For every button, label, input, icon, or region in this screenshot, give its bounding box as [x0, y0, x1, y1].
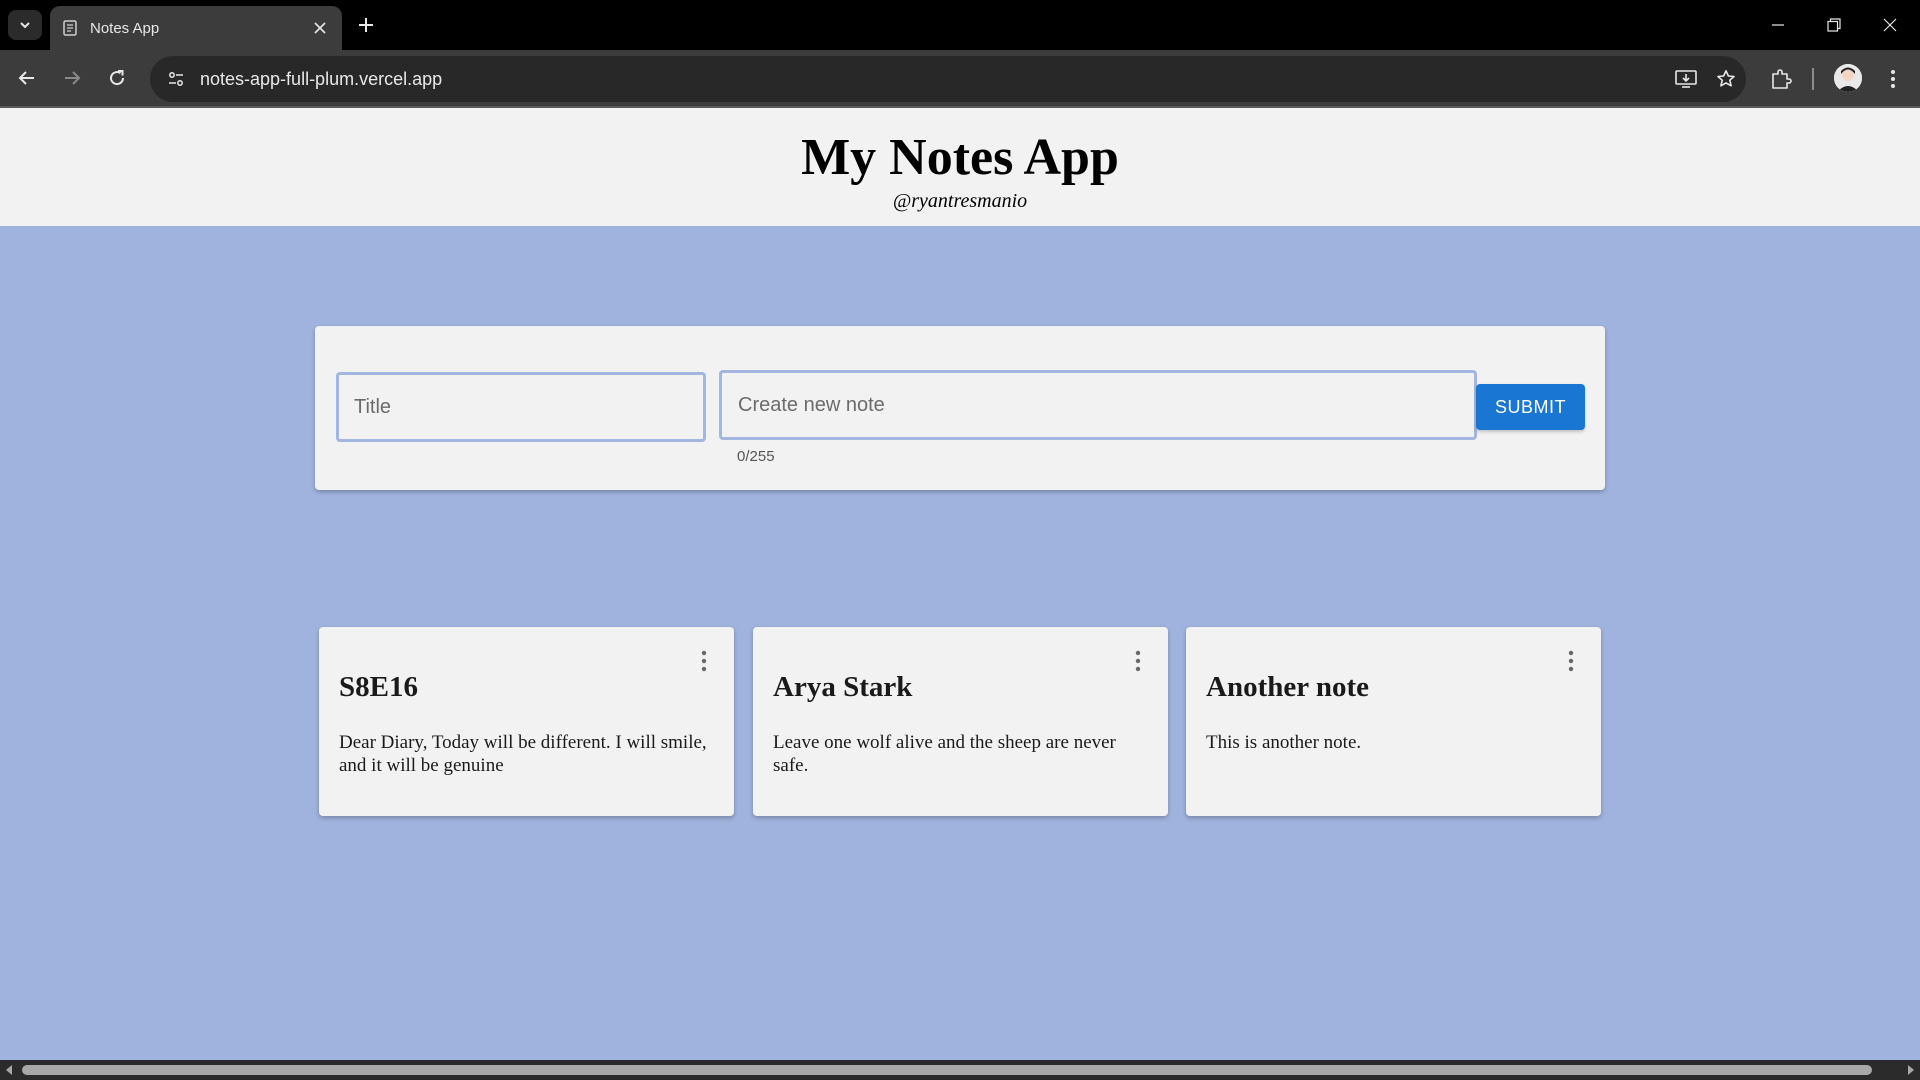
toolbar-divider [1812, 68, 1814, 90]
kebab-menu-icon [1135, 650, 1141, 672]
install-app-icon [1675, 70, 1697, 88]
kebab-menu-icon [1891, 70, 1895, 88]
profile-avatar[interactable] [1834, 64, 1862, 92]
scroll-right-button[interactable] [1904, 1064, 1918, 1076]
url-text[interactable]: notes-app-full-plum.vercel.app [200, 69, 1666, 90]
bookmark-star-icon [1717, 70, 1735, 87]
note-title: Another note [1206, 671, 1369, 703]
restore-button[interactable] [1806, 0, 1862, 50]
tab-strip: Notes App [0, 0, 1920, 50]
author-handle: @ryantresmanio [892, 190, 1028, 212]
browser-toolbar: notes-app-full-plum.vercel.app [0, 50, 1920, 108]
extensions-icon [1772, 69, 1792, 89]
minimize-button[interactable] [1750, 0, 1806, 50]
create-note-form: 0/255 SUBMIT [315, 326, 1605, 490]
note-input[interactable] [719, 370, 1477, 440]
install-app-button[interactable] [1666, 59, 1706, 99]
kebab-menu-icon [1568, 650, 1574, 672]
restore-icon [1827, 18, 1841, 32]
note-title: S8E16 [339, 671, 418, 703]
title-input[interactable] [336, 372, 706, 442]
note-card: Another note This is another note. [1186, 627, 1601, 816]
site-info-icon [169, 72, 183, 86]
note-body: This is another note. [1206, 732, 1362, 753]
minimize-icon [1772, 24, 1784, 26]
back-button[interactable] [10, 61, 44, 95]
caret-right-icon [1908, 1065, 1914, 1075]
address-bar[interactable]: notes-app-full-plum.vercel.app [150, 56, 1746, 102]
tab-search-button[interactable] [8, 10, 42, 40]
profile-avatar-icon [1834, 64, 1862, 92]
page-title: My Notes App [801, 129, 1119, 186]
note-title: Arya Stark [773, 671, 913, 703]
submit-button[interactable]: SUBMIT [1476, 384, 1585, 430]
bookmark-button[interactable] [1706, 59, 1746, 99]
tab-title: Notes App [90, 19, 160, 37]
back-icon [18, 71, 34, 85]
kebab-menu-icon [701, 650, 707, 672]
close-icon [314, 22, 326, 34]
window-close-button[interactable] [1862, 0, 1918, 50]
note-body: Leave one wolf alive and the sheep are n… [773, 732, 1116, 776]
scroll-left-button[interactable] [2, 1064, 16, 1076]
app-header: My Notes App @ryantresmanio [0, 108, 1920, 226]
notes-favicon-icon [63, 20, 77, 36]
extensions-button[interactable] [1763, 61, 1799, 97]
character-counter: 0/255 [737, 448, 775, 465]
reload-button[interactable] [100, 61, 134, 95]
reload-icon [110, 70, 125, 86]
window-close-icon [1883, 18, 1897, 32]
note-body: Dear Diary, Today will be different. I w… [339, 732, 707, 776]
tab-notes-app[interactable]: Notes App [50, 6, 342, 50]
note-menu-button[interactable] [1559, 647, 1583, 675]
chevron-down-icon [20, 22, 30, 29]
note-card: Arya Stark Leave one wolf alive and the … [753, 627, 1168, 816]
note-card: S8E16 Dear Diary, Today will be differen… [319, 627, 734, 816]
tab-close-button[interactable] [310, 18, 330, 38]
browser-menu-button[interactable] [1875, 61, 1911, 97]
note-menu-button[interactable] [692, 647, 716, 675]
forward-icon [65, 71, 81, 85]
horizontal-scrollbar[interactable] [0, 1060, 1920, 1080]
site-info-button[interactable] [164, 67, 188, 91]
forward-button[interactable] [55, 61, 89, 95]
new-tab-button[interactable] [352, 10, 380, 40]
scrollbar-thumb[interactable] [22, 1065, 1872, 1075]
note-menu-button[interactable] [1126, 647, 1150, 675]
plus-icon [359, 18, 373, 32]
caret-left-icon [6, 1065, 12, 1075]
